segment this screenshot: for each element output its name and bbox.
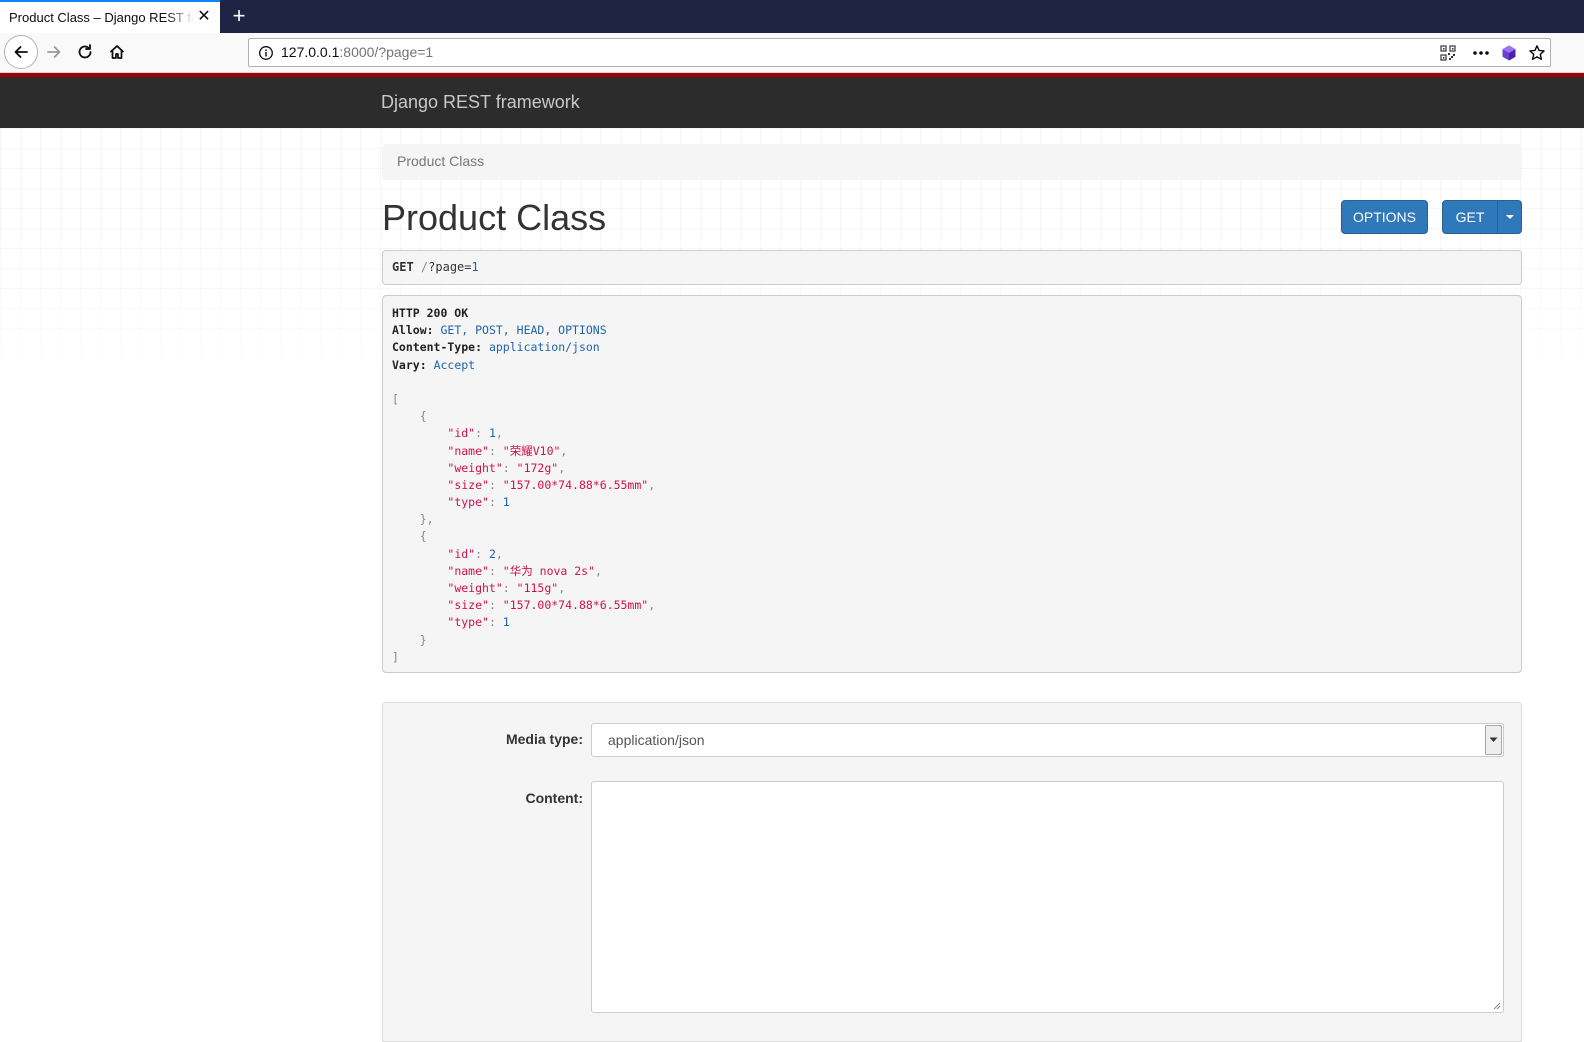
- json-key: "size": [447, 477, 489, 492]
- json-object-open: {: [392, 409, 427, 424]
- json-value: "157.00*74.88*6.55mm": [502, 598, 649, 613]
- header-value: GET, POST, HEAD, OPTIONS: [440, 323, 607, 338]
- breadcrumb: Product Class: [382, 144, 1522, 180]
- json-value: 1: [502, 495, 510, 510]
- json-key: "type": [447, 495, 489, 510]
- json-object-open: {: [392, 529, 427, 544]
- browser-tab-active[interactable]: Product Class – Django REST framework ✕: [0, 0, 220, 33]
- response-info: HTTP 200 OK Allow: GET, POST, HEAD, OPTI…: [382, 295, 1522, 673]
- json-key: "name": [447, 443, 489, 458]
- json-key: "weight": [447, 460, 503, 475]
- url-text: 127.0.0.1:8000/?page=1: [281, 44, 433, 60]
- header-name: Vary:: [392, 357, 427, 372]
- json-value: "172g": [516, 460, 559, 475]
- options-button[interactable]: OPTIONS: [1341, 200, 1428, 234]
- chevron-down-icon[interactable]: [1485, 725, 1502, 755]
- info-icon[interactable]: [258, 45, 274, 61]
- response-status: HTTP 200 OK: [392, 306, 469, 320]
- request-method: GET: [392, 260, 414, 274]
- json-value: 2: [488, 546, 496, 561]
- json-object-close: },: [392, 512, 434, 527]
- json-array-open: [: [392, 391, 399, 406]
- url-host: 127.0.0.1: [281, 44, 340, 60]
- response-header: Content-Type: application/json: [392, 339, 1512, 356]
- header-value: application/json: [488, 340, 600, 355]
- json-field-type: "type": 1: [447, 615, 510, 630]
- get-format-dropdown-button[interactable]: [1497, 200, 1522, 234]
- get-button[interactable]: GET: [1442, 200, 1498, 234]
- json-field-size: "size": "157.00*74.88*6.55mm",: [447, 477, 656, 492]
- home-icon[interactable]: [101, 36, 133, 68]
- page-title: Product Class: [382, 197, 607, 238]
- forward-icon[interactable]: [38, 36, 70, 68]
- json-array-close: ]: [392, 649, 399, 664]
- media-type-selected-value: application/json: [608, 732, 705, 748]
- tab-title: Product Class – Django REST framework: [9, 10, 194, 25]
- json-key: "weight": [447, 581, 503, 595]
- url-bar[interactable]: 127.0.0.1:8000/?page=1: [248, 38, 1551, 67]
- header-value: Accept: [433, 357, 476, 372]
- json-key: "size": [447, 598, 489, 613]
- resize-grip-icon[interactable]: [1492, 1001, 1501, 1010]
- json-value: "115g": [516, 581, 559, 595]
- json-key: "id": [447, 546, 476, 561]
- json-value: 1: [488, 426, 496, 441]
- extension-icon[interactable]: [1499, 43, 1519, 63]
- json-field-type: "type": 1: [447, 495, 510, 510]
- reload-icon[interactable]: [69, 36, 101, 68]
- page-actions-icon[interactable]: [1471, 43, 1491, 63]
- json-field-name: "name": "荣耀V10",: [447, 443, 568, 458]
- json-value: "华为 nova 2s": [502, 563, 596, 578]
- close-icon[interactable]: ✕: [196, 8, 212, 26]
- bookmark-star-icon[interactable]: [1527, 43, 1547, 63]
- json-key: "type": [447, 615, 489, 630]
- request-query-key: ?page=: [428, 260, 472, 274]
- media-type-label: Media type:: [505, 731, 583, 747]
- back-icon[interactable]: [4, 35, 38, 69]
- content-label: Content:: [525, 790, 583, 806]
- content-textarea[interactable]: [591, 781, 1504, 1013]
- json-key: "name": [447, 563, 489, 578]
- media-type-select[interactable]: application/json: [591, 723, 1504, 757]
- json-field-name: "name": "华为 nova 2s",: [447, 563, 602, 578]
- breadcrumb-item-current: Product Class: [397, 153, 485, 169]
- json-key: "id": [447, 426, 476, 441]
- json-field-id: "id": 1,: [447, 426, 503, 441]
- json-field-weight: "weight": "115g",: [447, 581, 566, 595]
- header-name: Allow:: [392, 323, 434, 338]
- browser-tab-bar: Product Class – Django REST framework ✕ …: [0, 0, 1584, 33]
- json-field-weight: "weight": "172g",: [447, 460, 566, 475]
- request-info: GET /?page=1: [382, 250, 1522, 285]
- json-value: 1: [502, 615, 510, 630]
- request-query-value: 1: [471, 260, 479, 274]
- browser-toolbar: 127.0.0.1:8000/?page=1: [0, 33, 1584, 73]
- qr-code-icon[interactable]: [1438, 43, 1458, 63]
- response-header: Vary: Accept: [392, 357, 1512, 374]
- caret-down-icon: [1505, 215, 1514, 219]
- json-field-size: "size": "157.00*74.88*6.55mm",: [447, 598, 656, 613]
- json-value: "157.00*74.88*6.55mm": [502, 477, 649, 492]
- json-field-id: "id": 2,: [447, 546, 503, 561]
- response-header: Allow: GET, POST, HEAD, OPTIONS: [392, 322, 1512, 339]
- new-tab-icon[interactable]: +: [228, 3, 250, 29]
- json-object-close: }: [392, 632, 427, 647]
- raw-data-form: Media type: application/json Content:: [382, 702, 1522, 1042]
- url-path: :8000/?page=1: [339, 44, 434, 60]
- navbar-brand[interactable]: Django REST framework: [381, 92, 580, 113]
- drf-navbar: Django REST framework: [0, 77, 1584, 128]
- json-value: "荣耀V10": [502, 443, 561, 458]
- header-name: Content-Type:: [392, 340, 483, 355]
